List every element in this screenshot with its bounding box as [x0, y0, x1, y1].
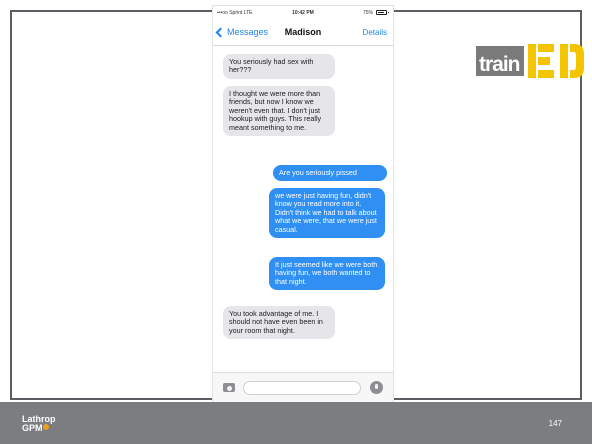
logo-text: train	[479, 53, 521, 76]
logo-letter-d-icon	[560, 44, 584, 78]
message-input-bar	[213, 372, 393, 402]
phone-screenshot: •••oo Sprint LTE 10:42 PM 75% Messages M…	[212, 5, 394, 403]
status-bar: •••oo Sprint LTE 10:42 PM 75%	[213, 6, 393, 20]
conversation-nav-bar: Messages Madison Details	[213, 20, 393, 46]
camera-icon[interactable]	[223, 383, 235, 392]
message-bubble-incoming: I thought we were more than friends, but…	[223, 86, 335, 137]
footer-brand-line2: GPM	[22, 423, 43, 433]
logo-letter-e-icon	[528, 44, 554, 78]
trained-logo: train ED	[476, 40, 584, 84]
page-number: 147	[548, 419, 562, 428]
details-button[interactable]: Details	[363, 28, 387, 37]
message-bubble-incoming: You took advantage of me. I should not h…	[223, 306, 335, 340]
message-bubble-outgoing: we were just having fun, didn't know you…	[269, 188, 385, 239]
lathrop-gpm-logo: Lathrop GPM	[22, 415, 56, 433]
brand-mark-icon	[43, 424, 49, 430]
message-bubble-outgoing: It just seemed like we were both having …	[269, 257, 385, 291]
message-bubble-outgoing: Are you seriously pissed	[273, 165, 387, 182]
logo-train-box: train	[476, 46, 524, 76]
message-input[interactable]	[243, 381, 361, 395]
slide: •••oo Sprint LTE 10:42 PM 75% Messages M…	[0, 0, 592, 444]
message-bubble-incoming: You seriously had sex with her???	[223, 54, 335, 79]
status-battery-percent: 75%	[362, 10, 373, 16]
battery-icon	[376, 10, 389, 15]
slide-footer: Lathrop GPM 147	[0, 402, 592, 444]
logo-letters: ED	[476, 40, 477, 41]
microphone-icon[interactable]	[370, 381, 383, 394]
